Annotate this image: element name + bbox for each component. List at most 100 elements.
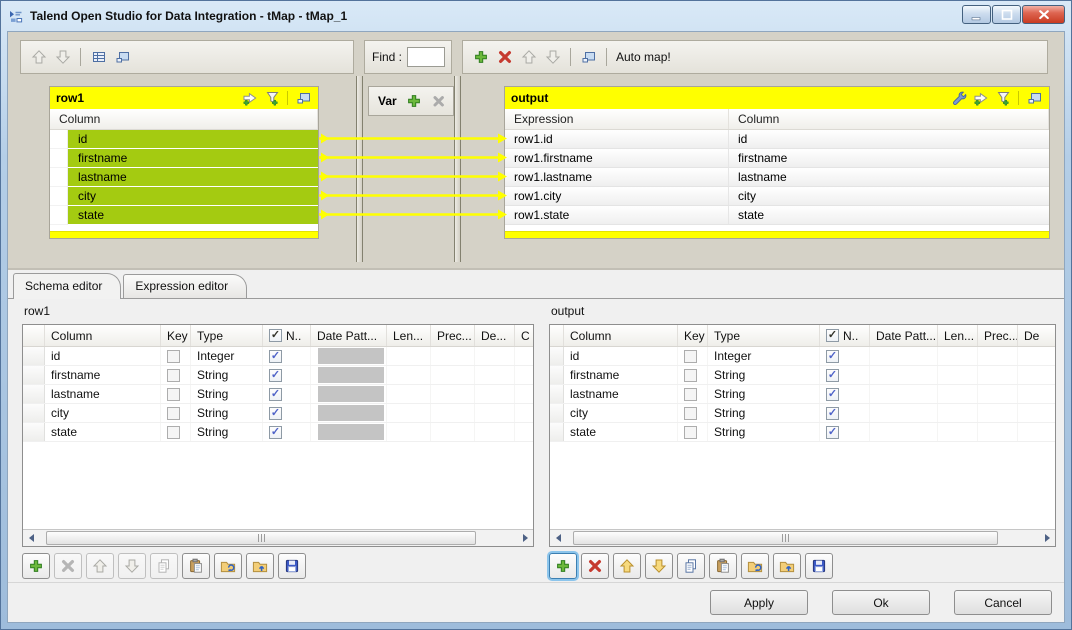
scrollbar-track[interactable] bbox=[40, 530, 516, 546]
close-button[interactable] bbox=[1022, 5, 1065, 24]
apply-button[interactable]: Apply bbox=[710, 590, 808, 615]
schema-row[interactable]: stateString bbox=[23, 423, 533, 442]
key-checkbox[interactable] bbox=[167, 350, 180, 363]
key-checkbox[interactable] bbox=[684, 407, 697, 420]
add-column-button[interactable] bbox=[549, 553, 577, 579]
scrollbar-track[interactable] bbox=[567, 530, 1038, 546]
expression-cell[interactable]: row1.state bbox=[505, 206, 729, 224]
schema-row[interactable]: cityString bbox=[550, 404, 1055, 423]
scroll-right-button[interactable] bbox=[516, 530, 533, 546]
horizontal-scrollbar[interactable] bbox=[23, 529, 533, 546]
add-column-button[interactable] bbox=[22, 553, 50, 579]
nullable-checkbox[interactable] bbox=[826, 369, 839, 382]
key-checkbox[interactable] bbox=[167, 426, 180, 439]
save-schema-button[interactable] bbox=[278, 553, 306, 579]
key-checkbox[interactable] bbox=[167, 388, 180, 401]
paste-column-button[interactable] bbox=[709, 553, 737, 579]
key-checkbox[interactable] bbox=[684, 369, 697, 382]
nullable-checkbox[interactable] bbox=[269, 350, 282, 363]
input-column-cell[interactable]: id bbox=[68, 130, 318, 149]
add-output-entry-icon[interactable] bbox=[972, 90, 989, 107]
splitter-right[interactable] bbox=[454, 76, 461, 262]
add-output-button[interactable] bbox=[472, 49, 489, 66]
horizontal-scrollbar[interactable] bbox=[550, 529, 1055, 546]
output-row[interactable]: row1.statestate bbox=[505, 206, 1049, 225]
cancel-button[interactable]: Cancel bbox=[954, 590, 1052, 615]
move-column-up-button[interactable] bbox=[613, 553, 641, 579]
schema-row[interactable]: lastnameString bbox=[23, 385, 533, 404]
input-column-cell[interactable]: lastname bbox=[68, 168, 318, 187]
remove-column-button[interactable] bbox=[581, 553, 609, 579]
column-cell[interactable]: state bbox=[729, 206, 1049, 224]
add-input-entry-icon[interactable] bbox=[241, 90, 258, 107]
minimize-table-icon[interactable] bbox=[1026, 90, 1043, 107]
scrollbar-thumb[interactable] bbox=[573, 531, 998, 545]
scroll-left-button[interactable] bbox=[23, 530, 40, 546]
add-filter-icon[interactable] bbox=[263, 90, 280, 107]
schema-row[interactable]: firstnameString bbox=[23, 366, 533, 385]
minimize-button[interactable] bbox=[962, 5, 991, 24]
key-checkbox[interactable] bbox=[167, 407, 180, 420]
add-var-button[interactable] bbox=[406, 93, 422, 110]
auto-map-button[interactable]: Auto map! bbox=[616, 50, 671, 64]
splitter-left[interactable] bbox=[356, 76, 363, 262]
select-all-nullable-checkbox[interactable] bbox=[826, 329, 839, 342]
nullable-checkbox[interactable] bbox=[826, 350, 839, 363]
expression-cell[interactable]: row1.firstname bbox=[505, 149, 729, 167]
nullable-checkbox[interactable] bbox=[826, 426, 839, 439]
key-checkbox[interactable] bbox=[684, 426, 697, 439]
column-cell[interactable]: firstname bbox=[729, 149, 1049, 167]
maximize-button[interactable] bbox=[992, 5, 1021, 24]
save-schema-button[interactable] bbox=[805, 553, 833, 579]
column-cell[interactable]: lastname bbox=[729, 168, 1049, 186]
nullable-checkbox[interactable] bbox=[826, 407, 839, 420]
input-column-cell[interactable]: city bbox=[68, 187, 318, 206]
input-column-row[interactable]: city bbox=[50, 187, 318, 206]
select-all-nullable-checkbox[interactable] bbox=[269, 329, 282, 342]
paste-column-button[interactable] bbox=[182, 553, 210, 579]
schema-row[interactable]: stateString bbox=[550, 423, 1055, 442]
find-input[interactable] bbox=[407, 47, 445, 67]
key-checkbox[interactable] bbox=[684, 388, 697, 401]
import-schema-button[interactable] bbox=[741, 553, 769, 579]
schema-row[interactable]: firstnameString bbox=[550, 366, 1055, 385]
nullable-checkbox[interactable] bbox=[269, 369, 282, 382]
tab-expression-editor[interactable]: Expression editor bbox=[123, 274, 247, 298]
tab-schema-editor[interactable]: Schema editor bbox=[13, 273, 121, 299]
input-column-row[interactable]: lastname bbox=[50, 168, 318, 187]
output-row[interactable]: row1.firstnamefirstname bbox=[505, 149, 1049, 168]
input-column-row[interactable]: firstname bbox=[50, 149, 318, 168]
titlebar[interactable]: Talend Open Studio for Data Integration … bbox=[1, 1, 1071, 31]
nullable-checkbox[interactable] bbox=[269, 407, 282, 420]
column-cell[interactable]: id bbox=[729, 130, 1049, 148]
output-row[interactable]: row1.citycity bbox=[505, 187, 1049, 206]
schema-row[interactable]: idInteger bbox=[23, 347, 533, 366]
output-row[interactable]: row1.lastnamelastname bbox=[505, 168, 1049, 187]
output-settings-icon[interactable] bbox=[950, 90, 967, 107]
nullable-checkbox[interactable] bbox=[826, 388, 839, 401]
key-checkbox[interactable] bbox=[684, 350, 697, 363]
expression-cell[interactable]: row1.city bbox=[505, 187, 729, 205]
input-column-cell[interactable]: state bbox=[68, 206, 318, 225]
export-schema-button[interactable] bbox=[773, 553, 801, 579]
move-column-down-button[interactable] bbox=[645, 553, 673, 579]
nullable-checkbox[interactable] bbox=[269, 426, 282, 439]
ok-button[interactable]: Ok bbox=[832, 590, 930, 615]
column-cell[interactable]: city bbox=[729, 187, 1049, 205]
minimize-table-icon[interactable] bbox=[295, 90, 312, 107]
expression-cell[interactable]: row1.id bbox=[505, 130, 729, 148]
export-schema-button[interactable] bbox=[246, 553, 274, 579]
output-row[interactable]: row1.idid bbox=[505, 130, 1049, 149]
input-column-row[interactable]: state bbox=[50, 206, 318, 225]
schema-row[interactable]: cityString bbox=[23, 404, 533, 423]
table-view-button[interactable] bbox=[90, 49, 107, 66]
remove-output-button[interactable] bbox=[496, 49, 513, 66]
copy-column-button[interactable] bbox=[677, 553, 705, 579]
schema-row[interactable]: lastnameString bbox=[550, 385, 1055, 404]
remove-var-button[interactable] bbox=[431, 93, 447, 110]
minimize-panel-button[interactable] bbox=[114, 49, 131, 66]
input-column-cell[interactable]: firstname bbox=[68, 149, 318, 168]
scrollbar-thumb[interactable] bbox=[46, 531, 476, 545]
expression-cell[interactable]: row1.lastname bbox=[505, 168, 729, 186]
import-schema-button[interactable] bbox=[214, 553, 242, 579]
